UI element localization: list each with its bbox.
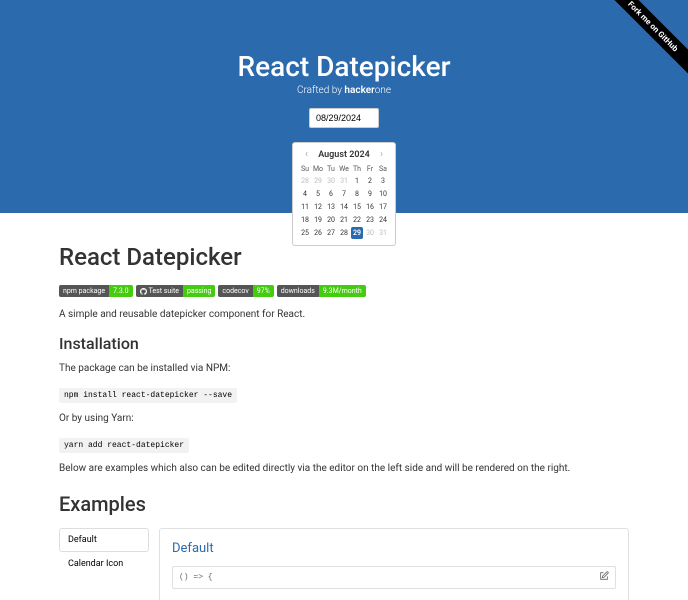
calendar-day[interactable]: 26 (312, 227, 324, 239)
calendar-day[interactable]: 12 (312, 201, 324, 213)
badges-row: npm package7.3.0Test suitepassingcodecov… (59, 285, 629, 297)
calendar-day[interactable]: 20 (325, 214, 337, 226)
calendar-day[interactable]: 5 (312, 188, 324, 200)
calendar-day[interactable]: 30 (364, 227, 376, 239)
calendar-popup: ‹ August 2024 › SuMoTuWeThFrSa2829303112… (292, 142, 396, 246)
calendar-day[interactable]: 25 (299, 227, 311, 239)
calendar-day[interactable]: 27 (325, 227, 337, 239)
badge[interactable]: downloads9.3M/month (277, 285, 366, 297)
calendar-day[interactable]: 11 (299, 201, 311, 213)
calendar-day[interactable]: 1 (351, 175, 363, 187)
github-ribbon-text: Fork me on GitHub (601, 0, 688, 78)
calendar-day[interactable]: 6 (325, 188, 337, 200)
example-panel: Default () => { (159, 528, 629, 600)
yarn-command: yarn add react-datepicker (59, 438, 189, 453)
examples-heading: Examples (59, 492, 629, 516)
dow-header: We (338, 164, 350, 174)
calendar-day[interactable]: 16 (364, 201, 376, 213)
month-label: August 2024 (318, 150, 370, 160)
hero-title: React Datepicker (0, 50, 688, 83)
npm-command: npm install react-datepicker --save (59, 388, 237, 403)
github-ribbon[interactable]: Fork me on GitHub (588, 0, 688, 100)
calendar-day[interactable]: 31 (377, 227, 389, 239)
calendar-day[interactable]: 4 (299, 188, 311, 200)
calendar-day[interactable]: 17 (377, 201, 389, 213)
calendar-day[interactable]: 3 (377, 175, 389, 187)
calendar-day[interactable]: 10 (377, 188, 389, 200)
dow-header: Su (299, 164, 311, 174)
hero-section: React Datepicker Crafted by hackerone ‹ … (0, 0, 688, 213)
dow-header: Th (351, 164, 363, 174)
calendar-day[interactable]: 7 (338, 188, 350, 200)
install-text-yarn: Or by using Yarn: (59, 413, 629, 424)
install-text-examples: Below are examples which also can be edi… (59, 463, 629, 474)
badge[interactable]: npm package7.3.0 (59, 285, 133, 297)
prev-month-button[interactable]: ‹ (301, 149, 312, 160)
badge[interactable]: Test suitepassing (136, 285, 216, 297)
calendar-day[interactable]: 9 (364, 188, 376, 200)
page-title: React Datepicker (59, 243, 629, 271)
dow-header: Sa (377, 164, 389, 174)
calendar-day[interactable]: 23 (364, 214, 376, 226)
example-code-row: () => { (172, 566, 616, 589)
calendar-day[interactable]: 29 (351, 227, 363, 239)
calendar-day[interactable]: 28 (338, 227, 350, 239)
description: A simple and reusable datepicker compone… (59, 309, 629, 320)
calendar-day[interactable]: 2 (364, 175, 376, 187)
calendar-day[interactable]: 18 (299, 214, 311, 226)
example-nav-item[interactable]: Default (59, 528, 149, 552)
dow-header: Tu (325, 164, 337, 174)
hero-subtitle: Crafted by hackerone (0, 85, 688, 96)
calendar-day[interactable]: 28 (299, 175, 311, 187)
calendar-day[interactable]: 24 (377, 214, 389, 226)
dow-header: Fr (364, 164, 376, 174)
next-month-button[interactable]: › (376, 149, 387, 160)
badge[interactable]: codecov97% (218, 285, 273, 297)
example-nav-item[interactable]: Calendar Icon (59, 552, 149, 576)
calendar-day[interactable]: 21 (338, 214, 350, 226)
install-text-npm: The package can be installed via NPM: (59, 363, 629, 374)
installation-heading: Installation (59, 334, 629, 353)
calendar-day[interactable]: 13 (325, 201, 337, 213)
calendar-day[interactable]: 31 (338, 175, 350, 187)
calendar-day[interactable]: 30 (325, 175, 337, 187)
calendar-day[interactable]: 19 (312, 214, 324, 226)
examples-nav: DefaultCalendar Icon (59, 528, 149, 600)
date-input[interactable] (309, 108, 379, 128)
calendar-day[interactable]: 14 (338, 201, 350, 213)
calendar-day[interactable]: 8 (351, 188, 363, 200)
edit-icon[interactable] (599, 571, 609, 584)
calendar-day[interactable]: 29 (312, 175, 324, 187)
example-title: Default (172, 541, 616, 556)
dow-header: Mo (312, 164, 324, 174)
calendar-day[interactable]: 15 (351, 201, 363, 213)
example-code: () => { (179, 573, 213, 582)
calendar-day[interactable]: 22 (351, 214, 363, 226)
